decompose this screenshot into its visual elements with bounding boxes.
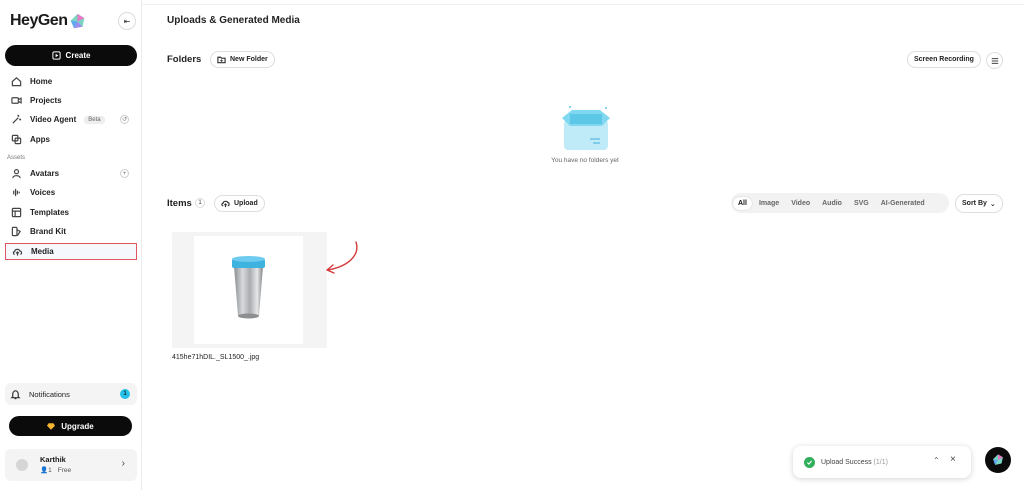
sidebar-item-label: Projects — [30, 96, 62, 105]
heygen-assistant-icon — [993, 454, 1003, 465]
sidebar-item-label: Apps — [30, 135, 50, 144]
brand-logo[interactable]: HeyGen — [10, 12, 86, 30]
items-count-badge: 1 — [195, 198, 205, 208]
screen-recording-label: Screen Recording — [914, 56, 974, 63]
empty-folders-message: You have no folders yet — [551, 157, 619, 164]
filter-tab-ai-generated[interactable]: AI-Generated — [876, 197, 930, 210]
sidebar-item-video-agent[interactable]: Video Agent Beta ↺ — [5, 111, 137, 128]
items-heading: Items — [167, 198, 192, 209]
new-folder-button[interactable]: New Folder — [210, 51, 275, 68]
upload-cloud-icon — [221, 200, 230, 208]
sidebar-item-projects[interactable]: Projects — [5, 92, 137, 109]
chevron-down-icon: ⌄ — [989, 200, 996, 208]
chevron-up-icon[interactable]: ⌃ — [933, 456, 940, 465]
filter-tab-all[interactable]: All — [733, 196, 752, 210]
empty-folder-illustration — [562, 106, 610, 150]
chevron-right-icon: › — [121, 458, 125, 469]
logo-row: HeyGen ⇤ — [10, 10, 136, 32]
create-icon — [51, 51, 61, 60]
sidebar-item-avatars[interactable]: Avatars + — [5, 165, 137, 182]
sidebar-item-home[interactable]: Home — [5, 73, 137, 90]
create-button[interactable]: Create — [5, 45, 137, 66]
folder-plus-icon — [217, 56, 226, 64]
media-file-name: 415he71hDIL._SL1500_.jpg — [172, 354, 260, 361]
sidebar-item-media[interactable]: Media — [5, 243, 137, 260]
toast-text: Upload Success — [821, 458, 872, 466]
media-card[interactable] — [172, 232, 327, 348]
new-folder-label: New Folder — [230, 56, 268, 63]
upload-success-toast: Upload Success (1/1) ⌃ × — [793, 446, 971, 478]
top-divider — [142, 4, 1024, 5]
sidebar-item-label: Media — [31, 247, 54, 256]
media-type-filter: All Image Video Audio SVG AI-Generated — [731, 193, 949, 213]
filter-tab-svg[interactable]: SVG — [849, 197, 874, 210]
notifications-count-badge: 1 — [120, 389, 130, 399]
sidebar-item-templates[interactable]: Templates — [5, 204, 137, 221]
toast-message: Upload Success (1/1) — [821, 459, 888, 466]
list-icon — [991, 57, 998, 64]
sidebar-item-label: Video Agent — [30, 115, 77, 124]
user-meta: 👤1 Free — [40, 466, 72, 475]
collapse-sidebar-button[interactable]: ⇤ — [118, 12, 136, 30]
sidebar-item-label: Brand Kit — [30, 227, 66, 236]
sidebar-item-brand-kit[interactable]: Brand Kit — [5, 223, 137, 240]
user-account-card[interactable]: Karthik 👤1 Free › — [5, 449, 137, 481]
collapse-icon: ⇤ — [123, 16, 131, 26]
seat-count-value: 1 — [48, 467, 52, 474]
history-icon[interactable]: ↺ — [120, 115, 129, 124]
waveform-icon — [13, 188, 20, 197]
wand-icon — [12, 114, 22, 124]
beta-badge: Beta — [84, 115, 105, 124]
list-view-button[interactable] — [986, 52, 1003, 69]
filter-tab-audio[interactable]: Audio — [817, 197, 847, 210]
sidebar-item-label: Avatars — [30, 169, 60, 178]
avatar — [16, 459, 28, 471]
filter-tab-image[interactable]: Image — [754, 197, 784, 210]
notifications-label: Notifications — [29, 389, 70, 399]
heygen-logo-icon — [71, 13, 85, 28]
sidebar-item-voices[interactable]: Voices — [5, 184, 137, 201]
assets-section-label: Assets — [7, 155, 26, 161]
close-icon[interactable]: × — [950, 454, 956, 465]
sidebar-item-apps[interactable]: Apps — [5, 131, 137, 148]
sidebar: HeyGen ⇤ Create Home Projects Video Agen… — [0, 0, 142, 490]
folders-heading: Folders — [167, 54, 202, 65]
assistant-button[interactable] — [985, 447, 1011, 473]
plan-name: Free — [57, 466, 72, 474]
sidebar-item-label: Home — [30, 77, 53, 86]
avatar-icon — [12, 169, 21, 179]
template-icon — [11, 207, 22, 218]
upload-button[interactable]: Upload — [214, 195, 265, 212]
screen-recording-button[interactable]: Screen Recording — [907, 51, 981, 68]
steel-tumbler-image — [232, 256, 265, 319]
upgrade-label: Upgrade — [61, 421, 94, 431]
success-check-icon — [804, 456, 815, 468]
create-label: Create — [65, 51, 91, 60]
seat-icon: 👤 — [40, 467, 49, 474]
user-name: Karthik — [40, 455, 66, 464]
page-title: Uploads & Generated Media — [167, 15, 300, 26]
sort-by-dropdown[interactable]: Sort By ⌄ — [955, 194, 1003, 213]
add-avatar-icon[interactable]: + — [120, 169, 129, 178]
upload-label: Upload — [234, 200, 258, 207]
upload-cloud-icon — [12, 248, 23, 256]
brand-name: HeyGen — [10, 12, 68, 29]
media-thumbnail — [194, 236, 303, 344]
video-icon — [11, 97, 22, 104]
filter-tab-video[interactable]: Video — [786, 197, 815, 210]
seat-count: 👤1 — [40, 466, 52, 474]
sidebar-item-label: Voices — [30, 188, 56, 197]
annotation-arrow-icon — [326, 241, 358, 274]
sidebar-item-label: Templates — [30, 208, 69, 217]
upgrade-button[interactable]: Upgrade — [9, 416, 132, 436]
apps-icon — [11, 134, 22, 145]
home-icon — [11, 77, 22, 87]
sort-by-label: Sort By — [962, 200, 987, 207]
brandkit-icon — [11, 226, 22, 237]
notifications-button[interactable]: Notifications 1 — [5, 383, 137, 405]
toast-count: (1/1) — [873, 458, 888, 466]
bell-icon — [10, 389, 21, 399]
diamond-icon — [47, 422, 56, 430]
